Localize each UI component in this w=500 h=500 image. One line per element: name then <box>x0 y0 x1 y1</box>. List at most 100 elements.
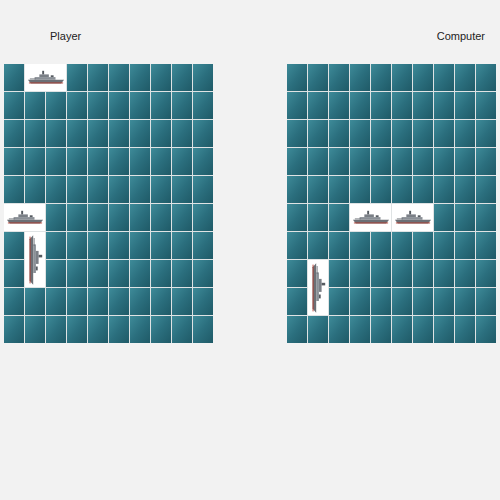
water-cell[interactable] <box>193 120 213 147</box>
water-cell[interactable] <box>151 260 171 287</box>
water-cell[interactable] <box>434 64 454 91</box>
water-cell[interactable] <box>476 92 496 119</box>
water-cell[interactable] <box>308 232 328 259</box>
water-cell[interactable] <box>46 232 66 259</box>
water-cell[interactable] <box>392 288 412 315</box>
water-cell[interactable] <box>413 120 433 147</box>
water-cell[interactable] <box>455 120 475 147</box>
water-cell[interactable] <box>413 64 433 91</box>
water-cell[interactable] <box>329 232 349 259</box>
water-cell[interactable] <box>4 176 24 203</box>
ship[interactable] <box>25 64 66 91</box>
water-cell[interactable] <box>88 288 108 315</box>
water-cell[interactable] <box>371 64 391 91</box>
water-cell[interactable] <box>350 288 370 315</box>
water-cell[interactable] <box>350 260 370 287</box>
water-cell[interactable] <box>476 260 496 287</box>
water-cell[interactable] <box>287 148 307 175</box>
water-cell[interactable] <box>455 260 475 287</box>
water-cell[interactable] <box>67 288 87 315</box>
water-cell[interactable] <box>172 148 192 175</box>
water-cell[interactable] <box>287 288 307 315</box>
water-cell[interactable] <box>172 120 192 147</box>
water-cell[interactable] <box>287 92 307 119</box>
water-cell[interactable] <box>434 92 454 119</box>
water-cell[interactable] <box>172 316 192 343</box>
water-cell[interactable] <box>67 260 87 287</box>
water-cell[interactable] <box>476 204 496 231</box>
water-cell[interactable] <box>287 316 307 343</box>
water-cell[interactable] <box>151 204 171 231</box>
water-cell[interactable] <box>46 148 66 175</box>
water-cell[interactable] <box>4 148 24 175</box>
ship[interactable] <box>25 232 45 287</box>
water-cell[interactable] <box>193 316 213 343</box>
water-cell[interactable] <box>434 288 454 315</box>
water-cell[interactable] <box>413 148 433 175</box>
water-cell[interactable] <box>350 316 370 343</box>
water-cell[interactable] <box>455 92 475 119</box>
water-cell[interactable] <box>67 120 87 147</box>
water-cell[interactable] <box>392 232 412 259</box>
water-cell[interactable] <box>130 64 150 91</box>
water-cell[interactable] <box>287 64 307 91</box>
water-cell[interactable] <box>434 120 454 147</box>
water-cell[interactable] <box>455 204 475 231</box>
water-cell[interactable] <box>350 120 370 147</box>
water-cell[interactable] <box>193 288 213 315</box>
water-cell[interactable] <box>371 260 391 287</box>
water-cell[interactable] <box>88 92 108 119</box>
water-cell[interactable] <box>329 288 349 315</box>
water-cell[interactable] <box>67 316 87 343</box>
water-cell[interactable] <box>172 260 192 287</box>
water-cell[interactable] <box>476 148 496 175</box>
water-cell[interactable] <box>308 176 328 203</box>
water-cell[interactable] <box>329 316 349 343</box>
water-cell[interactable] <box>329 120 349 147</box>
water-cell[interactable] <box>476 288 496 315</box>
water-cell[interactable] <box>109 176 129 203</box>
water-cell[interactable] <box>4 316 24 343</box>
water-cell[interactable] <box>193 232 213 259</box>
water-cell[interactable] <box>151 176 171 203</box>
water-cell[interactable] <box>434 204 454 231</box>
water-cell[interactable] <box>46 260 66 287</box>
water-cell[interactable] <box>193 204 213 231</box>
water-cell[interactable] <box>392 148 412 175</box>
water-cell[interactable] <box>109 288 129 315</box>
water-cell[interactable] <box>172 232 192 259</box>
water-cell[interactable] <box>193 148 213 175</box>
water-cell[interactable] <box>434 260 454 287</box>
water-cell[interactable] <box>67 148 87 175</box>
water-cell[interactable] <box>4 260 24 287</box>
water-cell[interactable] <box>88 260 108 287</box>
water-cell[interactable] <box>413 232 433 259</box>
water-cell[interactable] <box>413 260 433 287</box>
water-cell[interactable] <box>413 176 433 203</box>
water-cell[interactable] <box>109 232 129 259</box>
ship[interactable] <box>4 204 45 231</box>
water-cell[interactable] <box>476 176 496 203</box>
water-cell[interactable] <box>371 92 391 119</box>
water-cell[interactable] <box>4 64 24 91</box>
water-cell[interactable] <box>88 148 108 175</box>
water-cell[interactable] <box>172 204 192 231</box>
water-cell[interactable] <box>151 232 171 259</box>
water-cell[interactable] <box>109 92 129 119</box>
ship[interactable] <box>350 204 391 231</box>
water-cell[interactable] <box>308 64 328 91</box>
water-cell[interactable] <box>130 232 150 259</box>
water-cell[interactable] <box>308 204 328 231</box>
water-cell[interactable] <box>308 148 328 175</box>
water-cell[interactable] <box>287 260 307 287</box>
water-cell[interactable] <box>88 64 108 91</box>
water-cell[interactable] <box>46 120 66 147</box>
water-cell[interactable] <box>46 288 66 315</box>
water-cell[interactable] <box>329 92 349 119</box>
water-cell[interactable] <box>67 232 87 259</box>
water-cell[interactable] <box>151 120 171 147</box>
water-cell[interactable] <box>455 288 475 315</box>
water-cell[interactable] <box>371 288 391 315</box>
water-cell[interactable] <box>151 288 171 315</box>
water-cell[interactable] <box>130 176 150 203</box>
